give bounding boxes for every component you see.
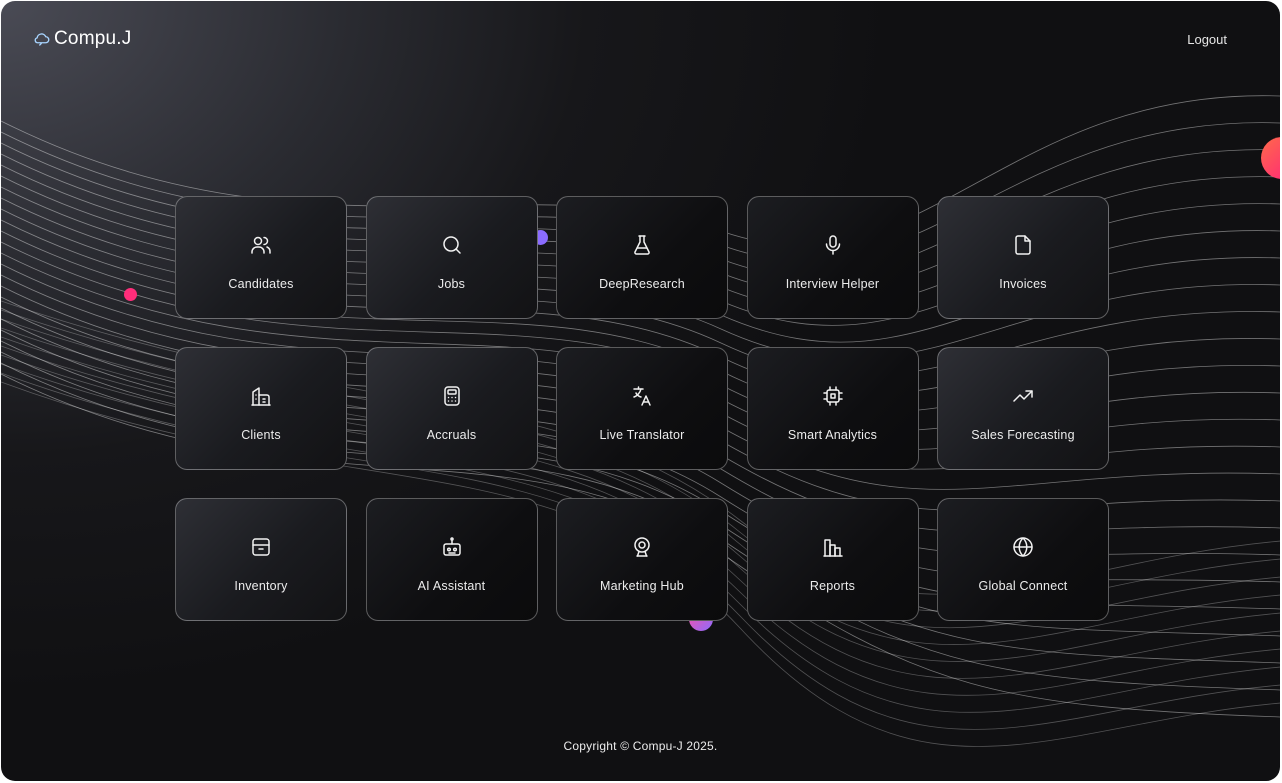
tile-label: Global Connect bbox=[978, 579, 1068, 593]
tile-invoices[interactable]: Invoices bbox=[937, 196, 1109, 319]
tile-label: Jobs bbox=[437, 277, 466, 291]
users-icon bbox=[251, 236, 271, 254]
tile-label: Interview Helper bbox=[785, 277, 880, 291]
app-window: Compu.J Logout Candidates Jobs DeepResearc… bbox=[1, 1, 1280, 781]
file-icon bbox=[1015, 235, 1031, 255]
building-icon bbox=[251, 387, 271, 406]
cpu-icon bbox=[822, 386, 843, 406]
tile-label: Inventory bbox=[234, 579, 288, 593]
tile-inventory[interactable]: Inventory bbox=[175, 498, 347, 621]
tile-label: Sales Forecasting bbox=[971, 428, 1075, 442]
tile-global-connect[interactable]: Global Connect bbox=[937, 498, 1109, 621]
tile-reports[interactable]: Reports bbox=[746, 498, 919, 621]
tile-label: Accruals bbox=[426, 428, 477, 442]
tile-candidates[interactable]: Candidates bbox=[175, 196, 347, 319]
tile-label: AI Assistant bbox=[417, 579, 486, 593]
tile-label: Live Translator bbox=[599, 428, 685, 442]
tile-ai-assistant[interactable]: AI Assistant bbox=[365, 498, 538, 621]
calculator-icon bbox=[443, 386, 460, 406]
tile-label: Marketing Hub bbox=[600, 579, 684, 593]
tile-label: Invoices bbox=[999, 277, 1047, 291]
tile-accruals[interactable]: Accruals bbox=[365, 347, 538, 470]
tile-clients[interactable]: Clients bbox=[175, 347, 347, 470]
tile-live-translator[interactable]: Live Translator bbox=[556, 347, 728, 470]
tile-deepresearch[interactable]: DeepResearch bbox=[556, 196, 728, 319]
globe-icon bbox=[1013, 537, 1033, 557]
trending-up-icon bbox=[1013, 390, 1033, 402]
bar-chart-icon bbox=[822, 539, 843, 557]
tile-marketing-hub[interactable]: Marketing Hub bbox=[556, 498, 728, 621]
app-logo[interactable]: Compu.J bbox=[33, 28, 131, 50]
search-icon bbox=[442, 236, 461, 254]
tile-label: Candidates bbox=[228, 277, 294, 291]
tile-label: Smart Analytics bbox=[787, 428, 878, 442]
translate-icon bbox=[633, 386, 651, 406]
tile-label: Reports bbox=[809, 579, 856, 593]
tile-label: Clients bbox=[241, 428, 281, 442]
tile-interview-helper[interactable]: Interview Helper bbox=[746, 196, 919, 319]
logo-text: Compu.J bbox=[54, 28, 132, 49]
webcam-icon bbox=[634, 537, 650, 557]
tile-sales-forecasting[interactable]: Sales Forecasting bbox=[937, 347, 1109, 470]
tile-smart-analytics[interactable]: Smart Analytics bbox=[746, 347, 919, 470]
tile-label: DeepResearch bbox=[599, 277, 685, 291]
robot-icon bbox=[442, 537, 461, 556]
tile-jobs[interactable]: Jobs bbox=[365, 196, 538, 319]
box-icon bbox=[252, 538, 270, 556]
flask-icon bbox=[634, 235, 650, 255]
footer-copyright: Copyright © Compu-J 2025. bbox=[563, 739, 718, 753]
pink-accent-dot bbox=[124, 288, 137, 301]
logout-link[interactable]: Logout bbox=[1187, 32, 1227, 47]
microphone-icon bbox=[825, 235, 840, 255]
cloud-icon bbox=[34, 33, 50, 46]
